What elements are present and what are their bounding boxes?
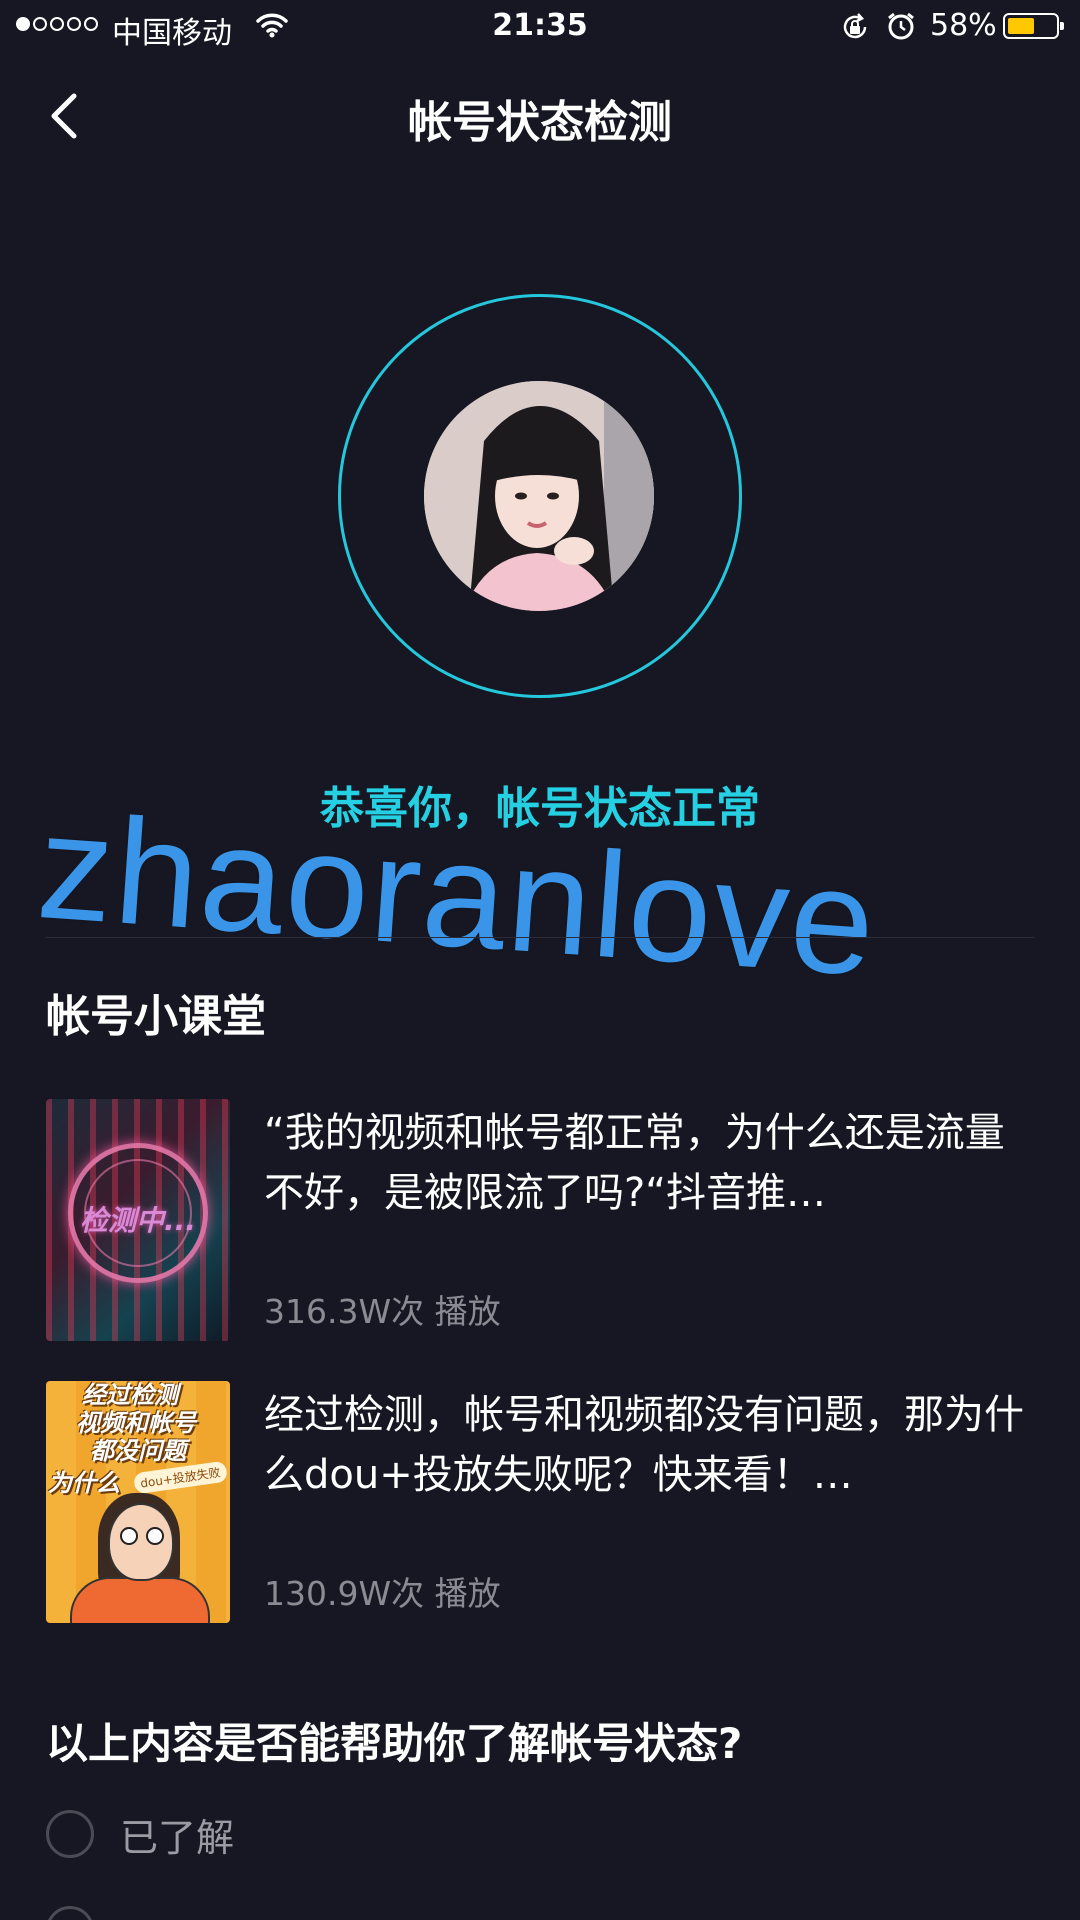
survey-option[interactable]: 已了解: [46, 1808, 234, 1860]
divider: [46, 937, 1034, 938]
battery-icon: [1003, 13, 1064, 39]
article-item[interactable]: 检测中... “我的视频和帐号都正常，为什么还是流量不好，是被限流了吗?“抖音推…: [46, 1099, 1036, 1341]
article-play-count: 130.9W次 播放: [264, 1574, 501, 1613]
rotation-lock-icon: [843, 13, 867, 39]
article-title: “我的视频和帐号都正常，为什么还是流量不好，是被限流了吗?“抖音推…: [264, 1110, 1005, 1216]
screen: 中国移动 21:35 58% 帐号状态检测 恭喜你，帐号状态正常 zhaoran…: [0, 0, 1080, 1920]
article-title: 经过检测，帐号和视频都没有问题，那为什么dou+投放失败呢？快来看！…: [264, 1392, 1024, 1498]
article-thumbnail: 经过检测 视频和帐号 都没问题 为什么 dou+投放失败: [46, 1381, 230, 1623]
survey-question: 以上内容是否能帮助你了解帐号状态?: [46, 1719, 743, 1768]
radio-button[interactable]: [46, 1810, 94, 1858]
survey-option-label: 已了解: [120, 1815, 235, 1860]
section-title: 帐号小课堂: [46, 991, 266, 1042]
article-item[interactable]: 经过检测 视频和帐号 都没问题 为什么 dou+投放失败 经过检测，帐号和视频都…: [46, 1381, 1036, 1623]
thumbnail-caption: 为什么: [48, 1469, 120, 1497]
thumbnail-caption: 都没问题: [90, 1437, 186, 1465]
thumbnail-caption: 检测中...: [80, 1204, 196, 1237]
status-bar: 中国移动 21:35 58%: [0, 0, 1080, 54]
alarm-icon: [888, 12, 914, 40]
radio-button[interactable]: [46, 1906, 94, 1920]
battery-level-fill: [1008, 18, 1034, 34]
clock: 21:35: [492, 8, 588, 43]
avatar: [424, 381, 654, 611]
article-thumbnail: 检测中...: [46, 1099, 230, 1341]
page-title: 帐号状态检测: [408, 97, 672, 148]
battery-percent: 58%: [930, 8, 997, 43]
article-play-count: 316.3W次 播放: [264, 1292, 501, 1331]
